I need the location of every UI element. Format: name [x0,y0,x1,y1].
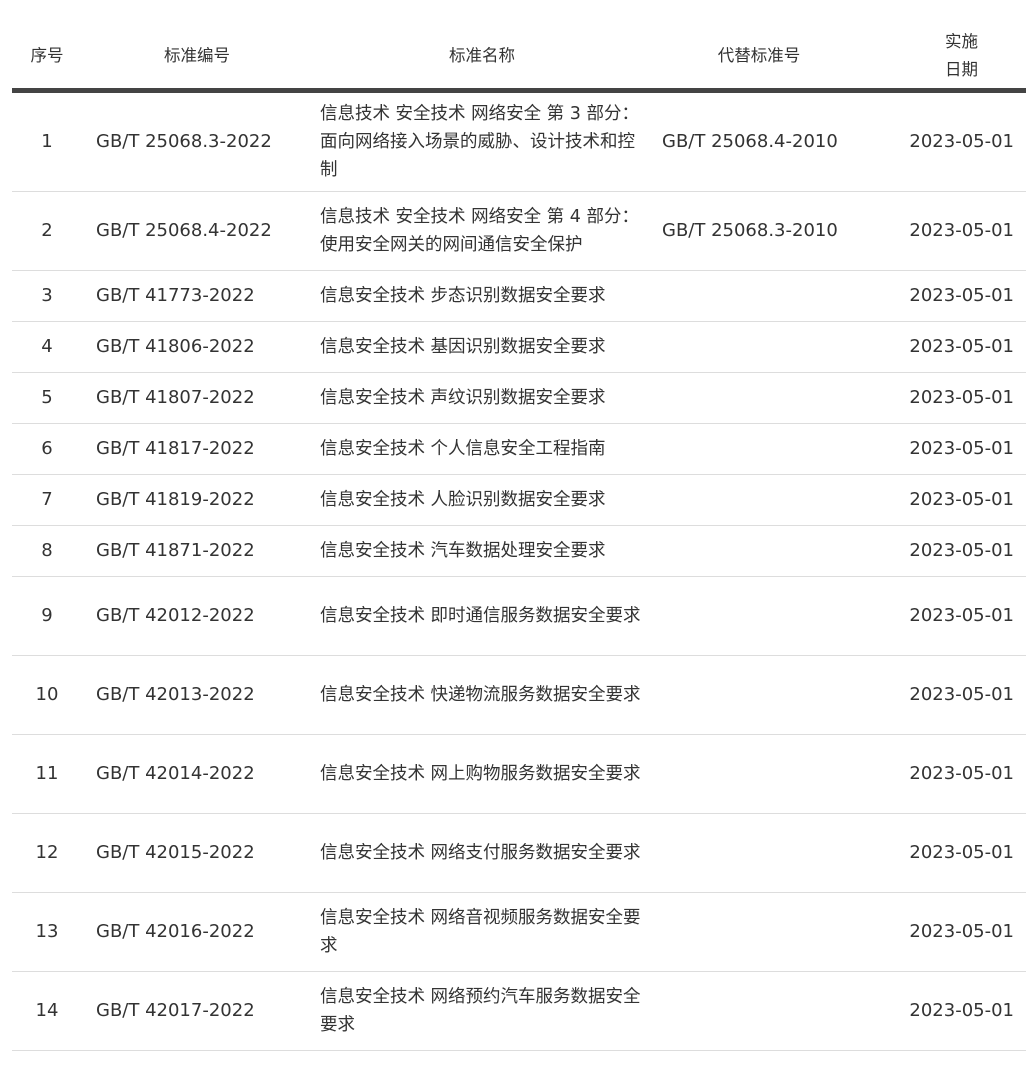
cell-seq: 10 [12,655,82,735]
cell-date: 2023-05-01 [866,892,1026,972]
cell-replaces [652,372,866,424]
cell-name: 信息安全技术 基因识别数据安全要求 [312,321,652,373]
table-row: 4 GB/T 41806-2022 信息安全技术 基因识别数据安全要求 2023… [12,321,1026,373]
cell-seq: 9 [12,576,82,656]
cell-code: GB/T 41807-2022 [82,372,312,424]
cell-code: GB/T 41817-2022 [82,423,312,475]
cell-date: 2023-05-01 [866,655,1026,735]
cell-seq: 3 [12,270,82,322]
header-date-line1: 实施 [945,32,978,51]
cell-date: 2023-05-01 [866,576,1026,656]
table-row: 13 GB/T 42016-2022 信息安全技术 网络音视频服务数据安全要求 … [12,892,1026,972]
cell-seq: 8 [12,525,82,577]
table-row: 3 GB/T 41773-2022 信息安全技术 步态识别数据安全要求 2023… [12,270,1026,322]
cell-date: 2023-05-01 [866,191,1026,271]
cell-date: 2023-05-01 [866,423,1026,475]
table-row: 10 GB/T 42013-2022 信息安全技术 快递物流服务数据安全要求 2… [12,655,1026,735]
cell-seq: 13 [12,892,82,972]
cell-date: 2023-05-01 [866,372,1026,424]
header-replaces: 代替标准号 [652,24,866,93]
cell-replaces [652,971,866,1051]
header-date-line2: 日期 [945,60,978,79]
cell-replaces: GB/T 25068.4-2010 [652,90,866,192]
table-row: 11 GB/T 42014-2022 信息安全技术 网上购物服务数据安全要求 2… [12,734,1026,814]
cell-name: 信息安全技术 网络音视频服务数据安全要求 [312,892,652,972]
cell-code: GB/T 25068.3-2022 [82,90,312,192]
cell-seq: 1 [12,90,82,192]
cell-date: 2023-05-01 [866,321,1026,373]
cell-name: 信息安全技术 汽车数据处理安全要求 [312,525,652,577]
cell-code: GB/T 42013-2022 [82,655,312,735]
cell-code: GB/T 41819-2022 [82,474,312,526]
cell-date: 2023-05-01 [866,813,1026,893]
cell-replaces [652,892,866,972]
table-row: 9 GB/T 42012-2022 信息安全技术 即时通信服务数据安全要求 20… [12,576,1026,656]
cell-date: 2023-05-01 [866,734,1026,814]
cell-name: 信息安全技术 步态识别数据安全要求 [312,270,652,322]
cell-name: 信息安全技术 声纹识别数据安全要求 [312,372,652,424]
table-row: 1 GB/T 25068.3-2022 信息技术 安全技术 网络安全 第 3 部… [12,90,1026,192]
cell-code: GB/T 41806-2022 [82,321,312,373]
cell-seq: 5 [12,372,82,424]
cell-code: GB/T 42014-2022 [82,734,312,814]
cell-replaces [652,525,866,577]
header-date: 实施 日期 [866,24,1026,93]
table-row: 12 GB/T 42015-2022 信息安全技术 网络支付服务数据安全要求 2… [12,813,1026,893]
cell-name: 信息安全技术 网络预约汽车服务数据安全要求 [312,971,652,1051]
cell-replaces [652,270,866,322]
table-row: 7 GB/T 41819-2022 信息安全技术 人脸识别数据安全要求 2023… [12,474,1026,526]
cell-replaces [652,576,866,656]
cell-seq: 11 [12,734,82,814]
cell-name: 信息技术 安全技术 网络安全 第 3 部分：面向网络接入场景的威胁、设计技术和控… [312,90,652,192]
cell-name: 信息安全技术 网上购物服务数据安全要求 [312,734,652,814]
cell-replaces [652,734,866,814]
table-row: 2 GB/T 25068.4-2022 信息技术 安全技术 网络安全 第 4 部… [12,191,1026,271]
cell-name: 信息安全技术 网络支付服务数据安全要求 [312,813,652,893]
cell-replaces: GB/T 25068.3-2010 [652,191,866,271]
cell-seq: 2 [12,191,82,271]
cell-name: 信息技术 安全技术 网络安全 第 4 部分：使用安全网关的网间通信安全保护 [312,191,652,271]
cell-seq: 6 [12,423,82,475]
cell-replaces [652,655,866,735]
cell-date: 2023-05-01 [866,90,1026,192]
cell-date: 2023-05-01 [866,270,1026,322]
cell-code: GB/T 25068.4-2022 [82,191,312,271]
table-row: 14 GB/T 42017-2022 信息安全技术 网络预约汽车服务数据安全要求… [12,971,1026,1051]
cell-code: GB/T 42016-2022 [82,892,312,972]
cell-replaces [652,321,866,373]
cell-seq: 4 [12,321,82,373]
standards-table: 序号 标准编号 标准名称 代替标准号 实施 日期 1 GB/T 25068.3-… [12,24,1026,1051]
header-seq: 序号 [12,24,82,93]
table-header-row: 序号 标准编号 标准名称 代替标准号 实施 日期 [12,24,1026,93]
cell-date: 2023-05-01 [866,525,1026,577]
cell-replaces [652,474,866,526]
cell-code: GB/T 42017-2022 [82,971,312,1051]
cell-replaces [652,813,866,893]
header-name: 标准名称 [312,24,652,93]
cell-name: 信息安全技术 即时通信服务数据安全要求 [312,576,652,656]
cell-replaces [652,423,866,475]
cell-seq: 14 [12,971,82,1051]
cell-seq: 12 [12,813,82,893]
cell-name: 信息安全技术 个人信息安全工程指南 [312,423,652,475]
table-row: 8 GB/T 41871-2022 信息安全技术 汽车数据处理安全要求 2023… [12,525,1026,577]
cell-code: GB/T 42012-2022 [82,576,312,656]
cell-code: GB/T 41773-2022 [82,270,312,322]
table-row: 6 GB/T 41817-2022 信息安全技术 个人信息安全工程指南 2023… [12,423,1026,475]
cell-code: GB/T 41871-2022 [82,525,312,577]
cell-code: GB/T 42015-2022 [82,813,312,893]
cell-date: 2023-05-01 [866,474,1026,526]
cell-name: 信息安全技术 快递物流服务数据安全要求 [312,655,652,735]
cell-seq: 7 [12,474,82,526]
cell-name: 信息安全技术 人脸识别数据安全要求 [312,474,652,526]
header-code: 标准编号 [82,24,312,93]
cell-date: 2023-05-01 [866,971,1026,1051]
table-row: 5 GB/T 41807-2022 信息安全技术 声纹识别数据安全要求 2023… [12,372,1026,424]
